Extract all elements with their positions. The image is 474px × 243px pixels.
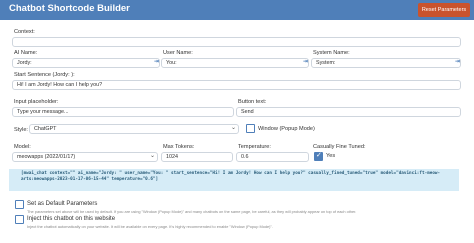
ai-name-label: AI Name: <box>14 50 38 56</box>
system-name-input[interactable]: System: <box>311 58 461 68</box>
default-params-note: The parameters set above will be used by… <box>27 209 357 214</box>
context-label: Context: <box>14 29 35 35</box>
fine-tuned-option: Yes <box>326 153 336 159</box>
temperature-label: Temperature: <box>238 144 271 150</box>
ai-name-input[interactable]: Jordy: <box>12 58 160 68</box>
autofill-icon[interactable]: ⇥ <box>154 58 159 65</box>
style-select[interactable]: ChatGPT <box>29 124 239 134</box>
max-tokens-label: Max Tokens: <box>163 144 195 150</box>
autofill-icon[interactable]: ⇥ <box>455 58 460 65</box>
chevron-down-icon: ⌄ <box>150 152 156 159</box>
shortcode-output[interactable]: [mwai_chat context="" ai_name="Jordy: " … <box>9 169 459 191</box>
temperature-input[interactable]: 0.6 <box>236 152 309 162</box>
input-placeholder-input[interactable]: Type your message... <box>12 107 234 117</box>
autofill-icon[interactable]: ⇥ <box>303 58 308 65</box>
header-bar: Chatbot Shortcode Builder Reset Paramete… <box>0 0 474 20</box>
button-text-label: Button text: <box>238 99 267 105</box>
user-name-input[interactable]: You: <box>161 58 309 68</box>
model-label: Model: <box>14 144 31 150</box>
model-select[interactable]: meowapps (2022/01/17) <box>12 152 158 162</box>
default-params-checkbox[interactable] <box>15 200 24 209</box>
inject-checkbox[interactable] <box>15 215 24 224</box>
style-label: Style: <box>14 127 28 133</box>
system-name-label: System Name: <box>313 50 350 56</box>
context-input[interactable] <box>12 37 461 47</box>
default-params-label: Set as Default Parameters <box>27 201 98 207</box>
fine-tuned-checkbox[interactable] <box>314 151 323 161</box>
inject-label: Inject this chatbot on this website <box>27 216 116 222</box>
max-tokens-input[interactable]: 1024 <box>161 152 233 162</box>
start-sentence-input[interactable]: Hi! I am Jordy! How can I help you? <box>12 80 461 90</box>
input-placeholder-label: Input placeholder: <box>14 99 59 105</box>
fine-tuned-label: Casually Fine Tuned: <box>313 144 366 150</box>
inject-note: Inject the chatbot automatically on your… <box>27 224 273 229</box>
reset-parameters-button[interactable]: Reset Parameters <box>418 3 470 17</box>
button-text-input[interactable]: Send <box>236 107 461 117</box>
start-sentence-label: Start Sentence (Jordy: ): <box>14 72 75 78</box>
window-mode-label: Window (Popup Mode) <box>258 126 315 132</box>
chevron-down-icon: ⌄ <box>231 124 237 131</box>
page-title: Chatbot Shortcode Builder <box>9 3 130 14</box>
user-name-label: User Name: <box>163 50 193 56</box>
window-mode-checkbox[interactable] <box>246 124 255 133</box>
